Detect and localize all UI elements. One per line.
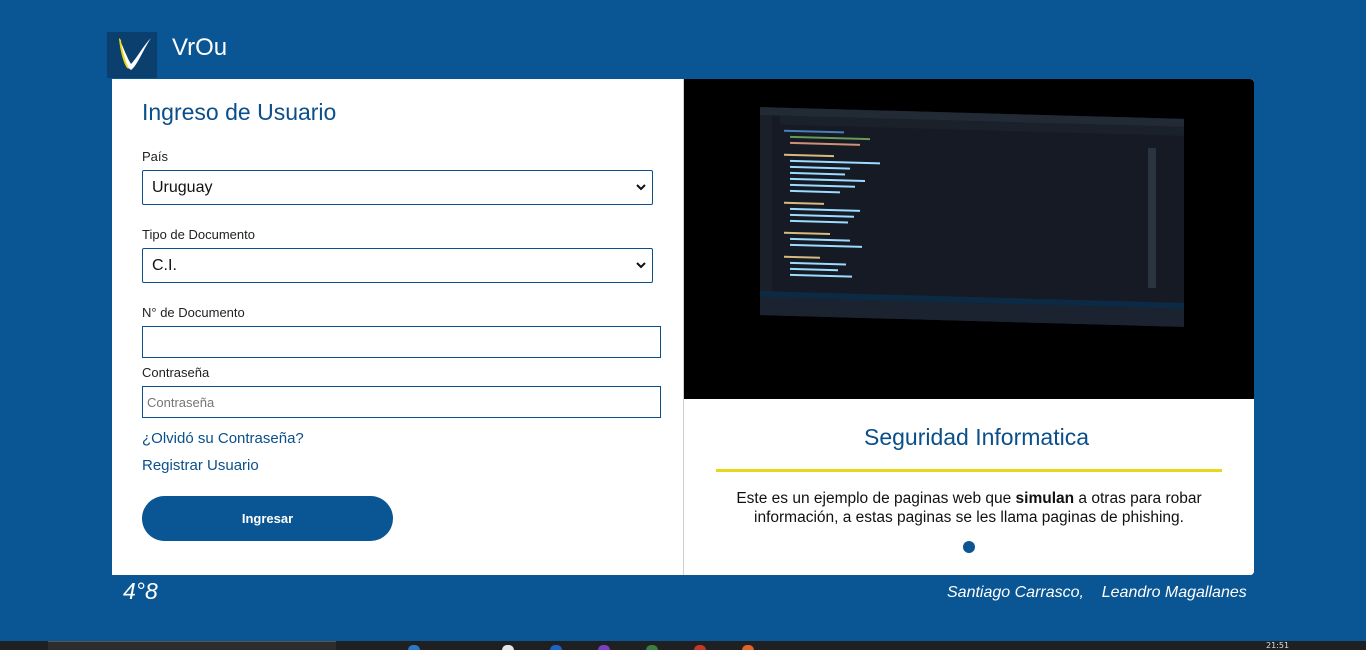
doc-type-select-value: C.I. [152, 256, 177, 274]
accent-divider [716, 469, 1222, 472]
monitor-illustration [760, 107, 1184, 327]
taskbar-app-icon[interactable] [694, 645, 706, 650]
country-select-value: Uruguay [152, 178, 213, 196]
password-input[interactable]: Contraseña [142, 386, 661, 418]
login-panel: Ingreso de Usuario País Uruguay Tipo de … [112, 79, 683, 575]
taskbar-app-icon[interactable] [502, 645, 514, 650]
promo-desc-text: Este es un ejemplo de paginas web que [736, 490, 1016, 507]
app-title: VrOu [172, 34, 228, 61]
doc-type-select[interactable]: C.I. [142, 248, 653, 283]
login-button[interactable]: Ingresar [142, 496, 393, 541]
chevron-down-icon [636, 262, 646, 269]
carousel-indicator[interactable] [963, 541, 975, 553]
promo-description: Este es un ejemplo de paginas web que si… [704, 489, 1234, 527]
forgot-password-link[interactable]: ¿Olvidó su Contraseña? [142, 430, 304, 447]
header: VrOu [107, 32, 227, 78]
main-card: Ingreso de Usuario País Uruguay Tipo de … [112, 79, 1254, 575]
taskbar-app-icon[interactable] [550, 645, 562, 650]
taskbar-app-icon[interactable] [646, 645, 658, 650]
authors-credit: Santiago Carrasco, Leandro Magallanes [947, 584, 1247, 601]
promo-title: Seguridad Informatica [863, 424, 1089, 450]
promo-desc-bold: simulan [1015, 490, 1075, 507]
taskbar-app-icon[interactable] [598, 645, 610, 650]
login-title: Ingreso de Usuario [142, 99, 337, 125]
promo-panel: Seguridad Informatica Este es un ejemplo… [684, 79, 1254, 575]
taskbar-search[interactable] [48, 641, 336, 650]
country-select[interactable]: Uruguay [142, 170, 653, 205]
doc-number-input[interactable] [142, 326, 661, 358]
taskbar-app-icon[interactable] [742, 645, 754, 650]
password-label: Contraseña [142, 365, 210, 380]
doc-number-label: N° de Documento [142, 305, 245, 320]
temperature-readout: 4°8 [123, 578, 158, 604]
promo-photo [684, 79, 1254, 399]
doc-type-label: Tipo de Documento [142, 227, 255, 242]
brand-logo [107, 32, 157, 78]
country-label: País [142, 149, 169, 164]
chevron-down-icon [636, 184, 646, 191]
taskbar-app-icon[interactable] [408, 645, 420, 650]
register-user-link[interactable]: Registrar Usuario [142, 457, 259, 474]
taskbar-clock: 21:51 [1266, 641, 1290, 650]
